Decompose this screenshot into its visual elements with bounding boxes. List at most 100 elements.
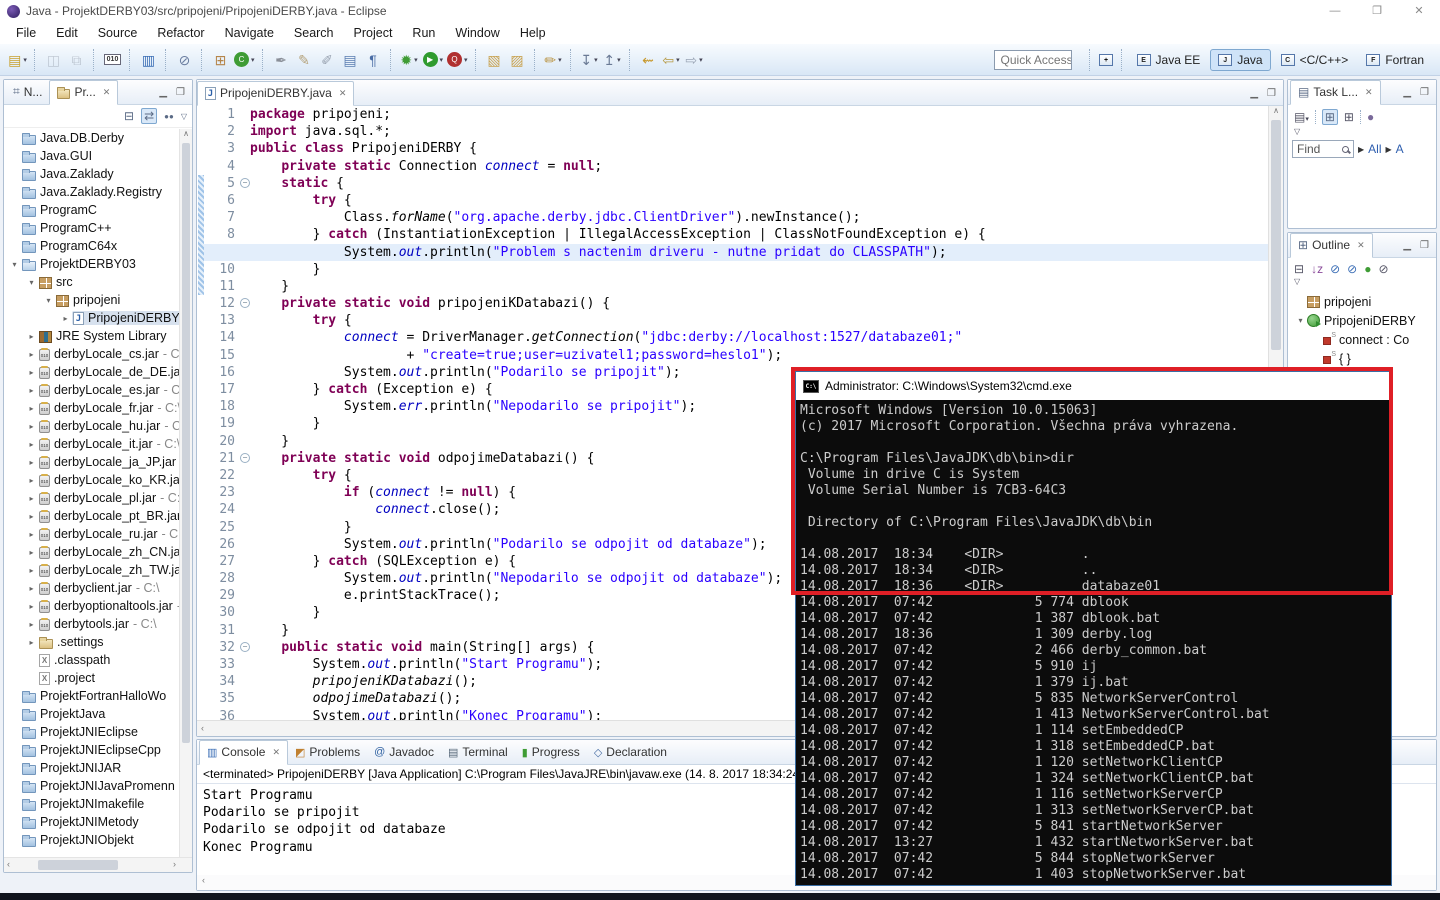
- scroll-right-icon[interactable]: ›: [173, 859, 176, 869]
- explorer-vertical-scrollbar[interactable]: ∧: [179, 129, 192, 857]
- perspective-java-ee[interactable]: E Java EE: [1129, 49, 1209, 71]
- chevron-expanded-icon[interactable]: ▾: [1294, 316, 1307, 325]
- tree-item-jre-system-library[interactable]: ▸ JRE System Library: [4, 327, 179, 345]
- collapse-all-button[interactable]: ⊟: [124, 109, 134, 123]
- debug-button[interactable]: ✹ ▾: [398, 48, 421, 72]
- tree-item-projektjnieclipsecpp[interactable]: ProjektJNIEclipseCpp: [4, 741, 179, 759]
- tree-item-derbytools-jar[interactable]: ▸ 010 derbytools.jar - C:\: [4, 615, 179, 633]
- dropdown-arrow-icon[interactable]: ▾: [558, 56, 562, 64]
- tree-item--project[interactable]: X .project: [4, 669, 179, 687]
- tree-item-derbyoptionaltools-jar[interactable]: ▸010derbyoptionaltools.jar - C:\: [4, 597, 179, 615]
- focus-on-workweek-button[interactable]: ●: [1367, 110, 1374, 124]
- minimize-view-button[interactable]: ▁: [159, 87, 167, 98]
- import-folder-button[interactable]: ▨: [506, 48, 529, 72]
- dropdown-arrow-icon[interactable]: ▾: [676, 56, 680, 64]
- dropdown-arrow-icon[interactable]: ▾: [23, 56, 27, 64]
- tab-navigator[interactable]: ⌗ N...: [6, 80, 49, 104]
- tree-item-java-zaklady-registry[interactable]: Java.Zaklady.Registry: [4, 183, 179, 201]
- outline-item-pripojeniderby[interactable]: ▾ PripojeniDERBY: [1288, 311, 1436, 330]
- dropdown-arrow-icon[interactable]: ▾: [414, 56, 418, 64]
- tree-item-derbylocale-pl-jar[interactable]: ▸010 derbyLocale_pl.jar - C:\: [4, 489, 179, 507]
- chevron-collapsed-icon[interactable]: ▸: [25, 458, 38, 467]
- key-button[interactable]: ✒: [270, 48, 293, 72]
- tab-progress[interactable]: ▮ Progress: [515, 741, 587, 764]
- tree-item-projektderby03[interactable]: ▾ ProjektDERBY03: [4, 255, 179, 273]
- explorer-horizontal-scrollbar[interactable]: ‹ ›: [4, 857, 192, 872]
- chevron-collapsed-icon[interactable]: ▸: [25, 602, 38, 611]
- hide-non-public-button[interactable]: ●: [1364, 262, 1371, 276]
- chevron-collapsed-icon[interactable]: ▸: [25, 530, 38, 539]
- close-tab-icon[interactable]: ✕: [272, 747, 280, 758]
- open-artifact-button[interactable]: ▧: [483, 48, 506, 72]
- tab-console[interactable]: ▥ Console ✕: [199, 740, 288, 765]
- run-button[interactable]: ▶ ▾: [421, 48, 446, 72]
- tree-item-java-gui[interactable]: Java.GUI: [4, 147, 179, 165]
- tree-item-programc-[interactable]: ProgramC++: [4, 219, 179, 237]
- collapse-all-button[interactable]: ⊟: [1294, 262, 1304, 276]
- dropdown-arrow-icon[interactable]: ▾: [594, 56, 598, 64]
- open-console-button[interactable]: ▥: [137, 48, 160, 72]
- find-input[interactable]: Find: [1292, 140, 1354, 158]
- tree-item-derbylocale-es-jar[interactable]: ▸010 derbyLocale_es.jar - C:\: [4, 381, 179, 399]
- clip-button[interactable]: ✐: [316, 48, 339, 72]
- tree-item-derbylocale-zh-tw-jar[interactable]: ▸010derbyLocale_zh_TW.jar - C:\: [4, 561, 179, 579]
- sort-button[interactable]: ↓z: [1311, 262, 1323, 276]
- menu-edit[interactable]: Edit: [46, 23, 88, 43]
- menu-navigate[interactable]: Navigate: [215, 23, 284, 43]
- chevron-collapsed-icon[interactable]: ▸: [25, 404, 38, 413]
- focus-button[interactable]: ●●: [164, 112, 174, 121]
- chevron-collapsed-icon[interactable]: ▸: [25, 476, 38, 485]
- outline-item--[interactable]: { }: [1288, 349, 1436, 368]
- tab-pripojeniderby-java[interactable]: J PripojeniDERBY.java ✕: [197, 81, 355, 106]
- minimize-view-button[interactable]: ▁: [1250, 88, 1258, 99]
- perspective-fortran[interactable]: F Fortran: [1358, 49, 1432, 71]
- expander-icon[interactable]: ▶: [1386, 145, 1392, 154]
- tree-item-derbylocale-pt-br-jar[interactable]: ▸010derbyLocale_pt_BR.jar - C:\: [4, 507, 179, 525]
- outline-item-connect-co[interactable]: connect : Co: [1288, 330, 1436, 349]
- close-tab-icon[interactable]: ✕: [103, 87, 111, 98]
- outline-item-pripojeni[interactable]: pripojeni: [1288, 292, 1436, 311]
- open-perspective-button[interactable]: +: [1095, 48, 1118, 72]
- brush-button[interactable]: ✎: [293, 48, 316, 72]
- tree-item--classpath[interactable]: X .classpath: [4, 651, 179, 669]
- close-button[interactable]: ✕: [1398, 0, 1440, 22]
- tree-item-derbylocale-ja-jp-jar[interactable]: ▸010derbyLocale_ja_JP.jar - C:\: [4, 453, 179, 471]
- next-annotation-button[interactable]: ↧ ▾: [578, 48, 601, 72]
- chevron-collapsed-icon[interactable]: ▸: [25, 566, 38, 575]
- scroll-up-icon[interactable]: ∧: [1269, 106, 1283, 115]
- chevron-collapsed-icon[interactable]: ▸: [25, 548, 38, 557]
- back-button[interactable]: ⇦ ▾: [660, 48, 683, 72]
- chevron-collapsed-icon[interactable]: ▸: [25, 494, 38, 503]
- maximize-view-button[interactable]: ❐: [1420, 87, 1429, 98]
- close-tab-icon[interactable]: ✕: [339, 88, 347, 99]
- chevron-expanded-icon[interactable]: ▾: [42, 296, 55, 305]
- new-task-button[interactable]: ▤▾: [1294, 110, 1309, 124]
- tree-item-pripojeniderby-java[interactable]: ▸J PripojeniDERBY.java: [4, 309, 179, 327]
- tab-problems[interactable]: ◩ Problems: [288, 741, 367, 764]
- chevron-expanded-icon[interactable]: ▾: [8, 260, 21, 269]
- menu-window[interactable]: Window: [445, 23, 509, 43]
- cmd-title-bar[interactable]: C:\ Administrator: C:\Windows\System32\c…: [796, 372, 1391, 400]
- show-whitespace-button[interactable]: ¶: [362, 48, 385, 72]
- tab-task-list[interactable]: ▤ Task L... ✕: [1290, 80, 1381, 105]
- mark-occurrences-button[interactable]: ✏ ▾: [542, 48, 565, 72]
- chevron-collapsed-icon[interactable]: ▸: [25, 368, 38, 377]
- profile-button[interactable]: Q ▾: [445, 48, 470, 72]
- dropdown-arrow-icon[interactable]: ▾: [617, 56, 621, 64]
- view-menu-button[interactable]: ▽: [181, 112, 187, 121]
- tree-item-projektjnijar[interactable]: ProjektJNIJAR: [4, 759, 179, 777]
- tab-terminal[interactable]: ▤ Terminal: [441, 741, 515, 764]
- tab-package-explorer[interactable]: Pr... ✕: [49, 80, 119, 105]
- tree-item-derbylocale-it-jar[interactable]: ▸ 010 derbyLocale_it.jar - C:\: [4, 435, 179, 453]
- tab-javadoc[interactable]: @ Javadoc: [367, 741, 441, 764]
- chevron-collapsed-icon[interactable]: ▸: [25, 440, 38, 449]
- tree-item--settings[interactable]: ▸ .settings: [4, 633, 179, 651]
- view-menu-button[interactable]: ▽: [1294, 127, 1300, 136]
- tree-item-programc64x[interactable]: ProgramC64x: [4, 237, 179, 255]
- forward-button[interactable]: ⇨ ▾: [683, 48, 706, 72]
- menu-help[interactable]: Help: [510, 23, 556, 43]
- categorized-button[interactable]: ⊞: [1321, 109, 1338, 125]
- new-java-class-button[interactable]: C ▾: [232, 48, 257, 72]
- tab-outline[interactable]: ⊞ Outline ✕: [1290, 233, 1373, 258]
- maximize-view-button[interactable]: ❐: [1267, 88, 1276, 99]
